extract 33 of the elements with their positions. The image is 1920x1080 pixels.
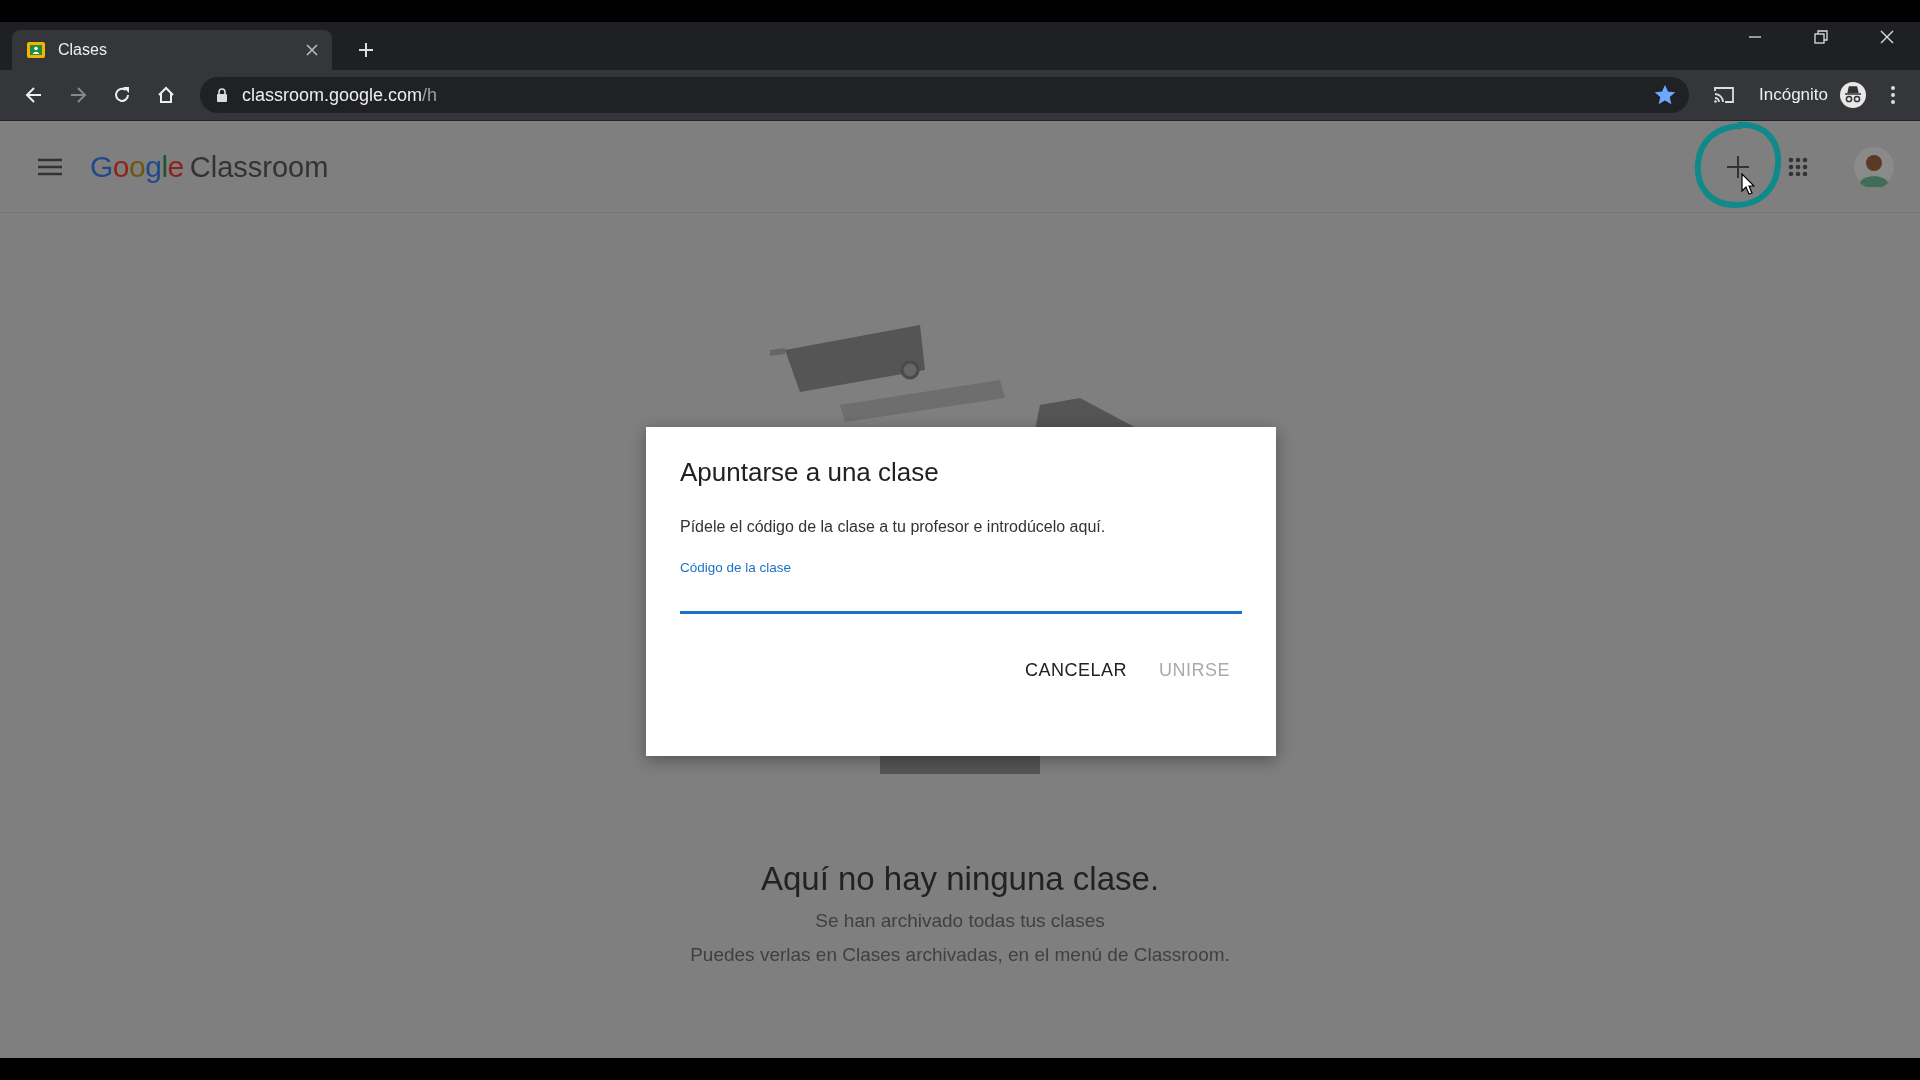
dialog-instructions: Pídele el código de la clase a tu profesor e introdúcelo aquí. <box>680 518 1107 536</box>
incognito-label: Incógnito <box>1759 85 1828 105</box>
add-icon[interactable] <box>1726 154 1750 179</box>
classroom-favicon-icon <box>26 40 46 60</box>
incognito-icon[interactable] <box>1840 82 1866 108</box>
address-bar[interactable]: classroom.google.com/h <box>200 77 1689 113</box>
more-icon[interactable] <box>1890 85 1896 105</box>
back-icon[interactable] <box>24 85 44 105</box>
cast-icon[interactable] <box>1713 85 1735 105</box>
apps-grid-icon[interactable] <box>1788 156 1808 177</box>
browser-tab[interactable]: Clases <box>12 30 332 70</box>
cancel-button[interactable]: CANCELAR <box>1012 652 1139 689</box>
bookmark-star-icon[interactable] <box>1655 85 1675 105</box>
empty-state-title: Aquí no hay ninguna clase. <box>760 860 1160 898</box>
reload-icon[interactable] <box>112 85 132 105</box>
avatar-icon[interactable] <box>1854 146 1894 187</box>
product-name: Classroom <box>189 150 329 184</box>
forward-icon[interactable] <box>68 85 88 105</box>
lock-icon <box>216 88 228 102</box>
empty-state-text: Se han archivado todas tus clases <box>815 910 1105 932</box>
tab-title: Clases <box>58 41 108 59</box>
dialog-title: Apuntarse a una clase <box>680 457 940 488</box>
home-icon[interactable] <box>156 85 176 105</box>
class-code-field[interactable]: Código de la clase <box>680 560 1242 614</box>
menu-icon[interactable] <box>38 157 62 176</box>
cursor-icon <box>1741 172 1755 195</box>
google-logo-text: Google <box>90 149 184 184</box>
new-tab-icon[interactable] <box>358 42 374 58</box>
close-window-icon[interactable] <box>1880 30 1894 44</box>
url-text: classroom.google.com/h <box>242 84 438 106</box>
close-tab-icon[interactable] <box>306 44 318 56</box>
empty-state-text: Puedes verlas en Clases archivadas, en el menú de Classroom. <box>690 944 1230 966</box>
restore-icon[interactable] <box>1814 30 1828 44</box>
